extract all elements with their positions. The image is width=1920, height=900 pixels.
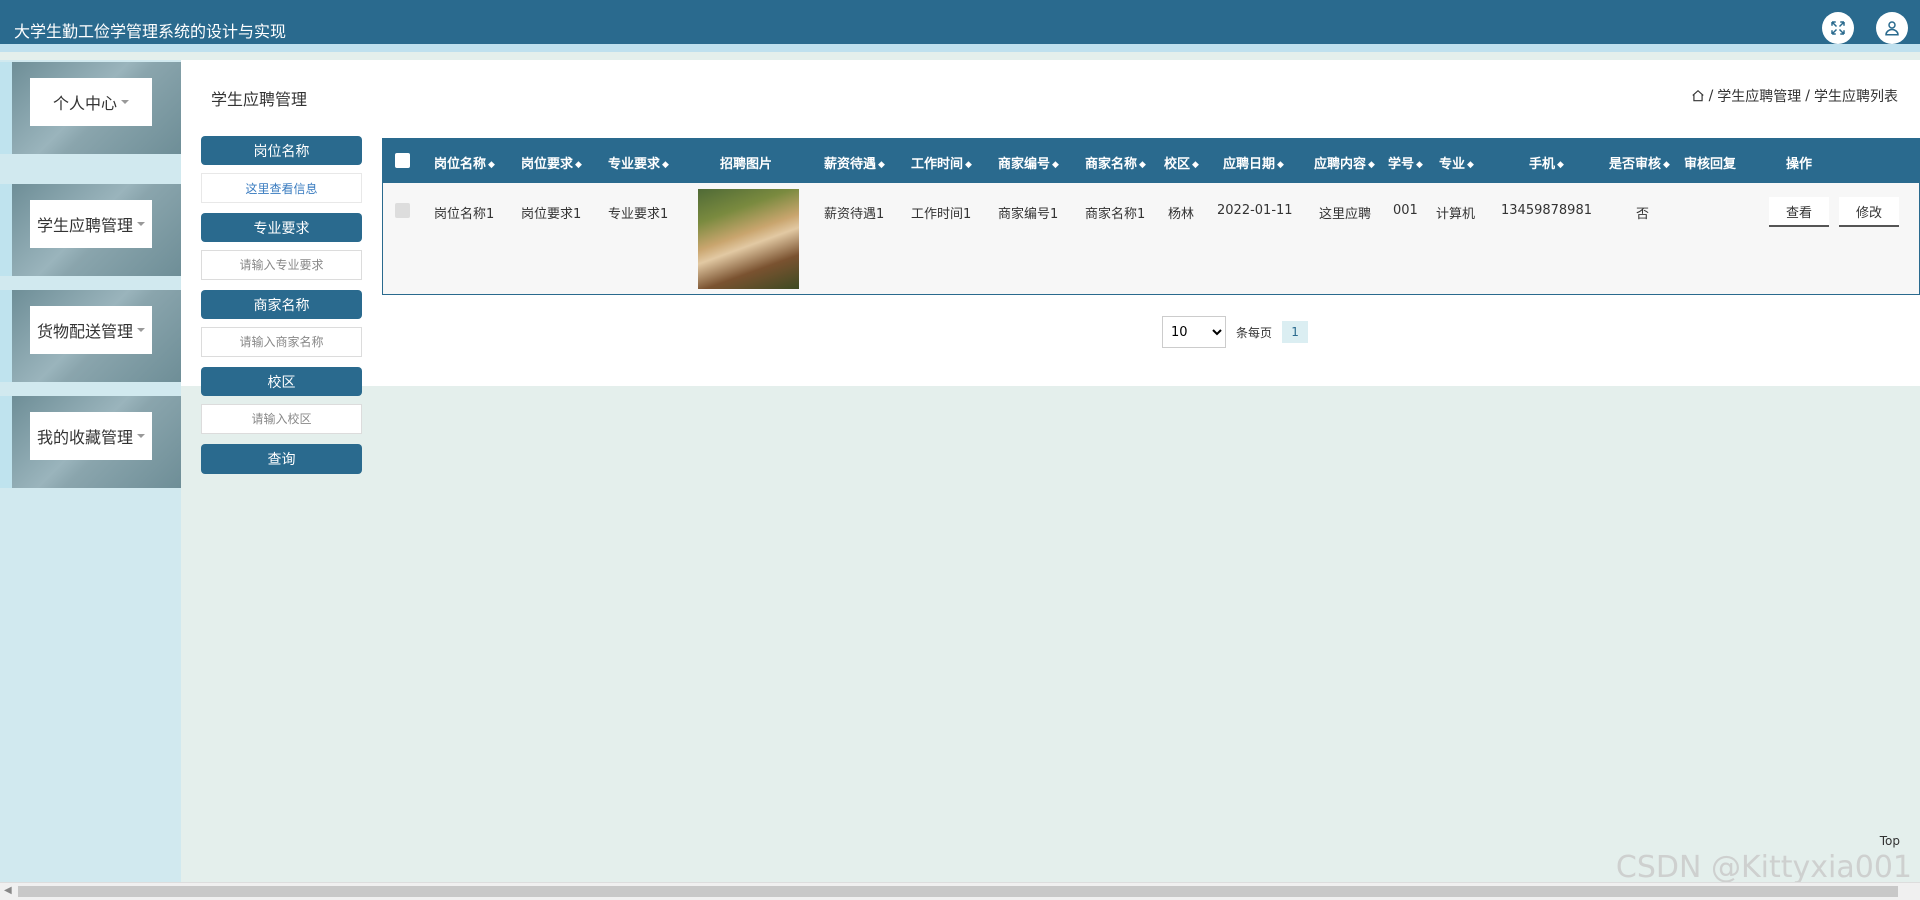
- sort-icon: ◆: [662, 159, 669, 170]
- scroll-left-icon[interactable]: ◀: [4, 885, 12, 896]
- search-panel: 岗位名称 专业要求 商家名称 校区 查询: [201, 136, 362, 474]
- row-checkbox[interactable]: [395, 203, 410, 218]
- breadcrumb-level1[interactable]: 学生应聘管理: [1717, 86, 1801, 106]
- col-header[interactable]: 商家编号 ◆: [998, 153, 1059, 172]
- sidebar-item-label: 货物配送管理: [36, 322, 133, 341]
- caret-down-icon: [137, 434, 145, 438]
- sidebar-block: 货物配送管理: [0, 290, 181, 382]
- cell-position-name: 岗位名称1: [434, 207, 495, 222]
- view-button[interactable]: 查看: [1769, 197, 1829, 227]
- sort-icon: ◆: [965, 159, 972, 170]
- breadcrumb-level2: 学生应聘列表: [1814, 89, 1898, 105]
- major-requirement-input[interactable]: [201, 250, 362, 280]
- col-header[interactable]: 学号 ◆: [1388, 153, 1423, 172]
- cell-reviewed: 否: [1636, 207, 1650, 222]
- sidebar-item-delivery[interactable]: 货物配送管理: [30, 306, 152, 354]
- col-header[interactable]: 商家名称 ◆: [1085, 153, 1146, 172]
- caret-down-icon: [137, 222, 145, 226]
- sort-icon: ◆: [1139, 159, 1146, 170]
- col-header: 招聘图片: [720, 157, 773, 172]
- col-header[interactable]: 专业 ◆: [1439, 153, 1474, 172]
- sidebar-item-label: 我的收藏管理: [36, 428, 133, 447]
- recruitment-image: [698, 189, 799, 289]
- sidebar: 个人中心 学生应聘管理 货物配送管理 我的收藏管理: [0, 60, 181, 882]
- breadcrumb-sep: /: [1805, 88, 1810, 104]
- sidebar-item-personal-center[interactable]: 个人中心: [30, 78, 152, 126]
- sort-icon: ◆: [1192, 159, 1199, 170]
- cell-student-id: 001: [1393, 203, 1418, 218]
- sort-icon: ◆: [1052, 159, 1059, 170]
- top-bar: 大学生勤工俭学管理系统的设计与实现: [0, 0, 1920, 52]
- sort-icon: ◆: [1416, 159, 1423, 170]
- sort-icon: ◆: [1368, 159, 1375, 170]
- sidebar-block: 学生应聘管理: [0, 184, 181, 276]
- data-table: 岗位名称 ◆ 岗位要求 ◆ 专业要求 ◆ 招聘图片 薪资待遇 ◆ 工作时间 ◆ 商家编号 ◆…: [382, 138, 1920, 295]
- sort-icon: ◆: [488, 159, 495, 170]
- col-header[interactable]: 应聘内容 ◆: [1314, 153, 1375, 172]
- horizontal-scrollbar[interactable]: ◀: [0, 882, 1920, 900]
- position-name-input[interactable]: [201, 173, 362, 203]
- col-header: 审核回复: [1684, 157, 1737, 172]
- col-header[interactable]: 专业要求 ◆: [608, 153, 669, 172]
- sort-icon: ◆: [575, 159, 582, 170]
- sort-icon: ◆: [1467, 159, 1474, 170]
- scrollbar-thumb[interactable]: [18, 886, 1898, 897]
- edit-button[interactable]: 修改: [1839, 197, 1899, 227]
- sidebar-block: 个人中心: [0, 62, 181, 154]
- user-icon[interactable]: [1876, 12, 1908, 44]
- select-all-checkbox[interactable]: [395, 153, 410, 168]
- col-header[interactable]: 是否审核 ◆: [1609, 153, 1670, 172]
- back-to-top-link[interactable]: Top: [1880, 834, 1900, 848]
- col-header[interactable]: 工作时间 ◆: [911, 153, 972, 172]
- caret-down-icon: [137, 328, 145, 332]
- cell-merchant-id: 商家编号1: [998, 207, 1059, 222]
- col-header[interactable]: 岗位要求 ◆: [521, 153, 582, 172]
- table-header: 岗位名称 ◆ 岗位要求 ◆ 专业要求 ◆ 招聘图片 薪资待遇 ◆ 工作时间 ◆ 商家编号 ◆…: [383, 139, 1920, 183]
- sidebar-item-favorites[interactable]: 我的收藏管理: [30, 412, 152, 460]
- page-size-select[interactable]: 10: [1162, 316, 1226, 348]
- pagination: 10 条每页 1: [1162, 316, 1309, 348]
- cell-campus: 杨林: [1168, 207, 1195, 222]
- cell-merchant-name: 商家名称1: [1085, 207, 1146, 222]
- cell-position-requirement: 岗位要求1: [521, 207, 582, 222]
- sort-icon: ◆: [1663, 159, 1670, 170]
- breadcrumb-sep: /: [1708, 88, 1714, 104]
- cell-apply-date: 2022-01-11: [1217, 203, 1293, 218]
- breadcrumb: / 学生应聘管理 / 学生应聘列表: [1691, 86, 1898, 106]
- sort-icon: ◆: [1557, 159, 1564, 170]
- sort-icon: ◆: [878, 159, 885, 170]
- col-header[interactable]: 应聘日期 ◆: [1223, 153, 1284, 172]
- search-label-position-name: 岗位名称: [201, 136, 362, 165]
- home-icon[interactable]: [1691, 89, 1705, 103]
- col-header[interactable]: 薪资待遇 ◆: [824, 153, 885, 172]
- caret-down-icon: [121, 100, 129, 104]
- page-title: 学生应聘管理: [211, 90, 308, 109]
- page-number[interactable]: 1: [1282, 321, 1309, 343]
- app-title: 大学生勤工俭学管理系统的设计与实现: [14, 22, 287, 41]
- search-label-campus: 校区: [201, 367, 362, 396]
- search-label-merchant: 商家名称: [201, 290, 362, 319]
- cell-salary: 薪资待遇1: [824, 207, 885, 222]
- sidebar-item-label: 学生应聘管理: [36, 216, 133, 235]
- merchant-name-input[interactable]: [201, 327, 362, 357]
- sidebar-item-student-recruitment[interactable]: 学生应聘管理: [30, 200, 152, 248]
- col-header[interactable]: 校区 ◆: [1164, 153, 1199, 172]
- col-header: 操作: [1786, 157, 1813, 172]
- sort-icon: ◆: [1277, 159, 1284, 170]
- cell-major-requirement: 专业要求1: [608, 207, 669, 222]
- cell-apply-content: 这里应聘: [1319, 207, 1372, 222]
- per-page-label: 条每页: [1236, 325, 1273, 340]
- watermark: CSDN @Kittyxia001: [1615, 850, 1912, 885]
- sidebar-item-label: 个人中心: [52, 94, 117, 113]
- search-label-major: 专业要求: [201, 213, 362, 242]
- col-header[interactable]: 岗位名称 ◆: [434, 153, 495, 172]
- query-button[interactable]: 查询: [201, 444, 362, 474]
- cell-work-time: 工作时间1: [911, 207, 972, 222]
- sidebar-block: 我的收藏管理: [0, 396, 181, 488]
- cell-major: 计算机: [1436, 207, 1476, 222]
- cell-phone: 13459878981: [1501, 203, 1592, 218]
- campus-input[interactable]: [201, 404, 362, 434]
- col-header[interactable]: 手机 ◆: [1529, 153, 1564, 172]
- fullscreen-icon[interactable]: [1822, 12, 1854, 44]
